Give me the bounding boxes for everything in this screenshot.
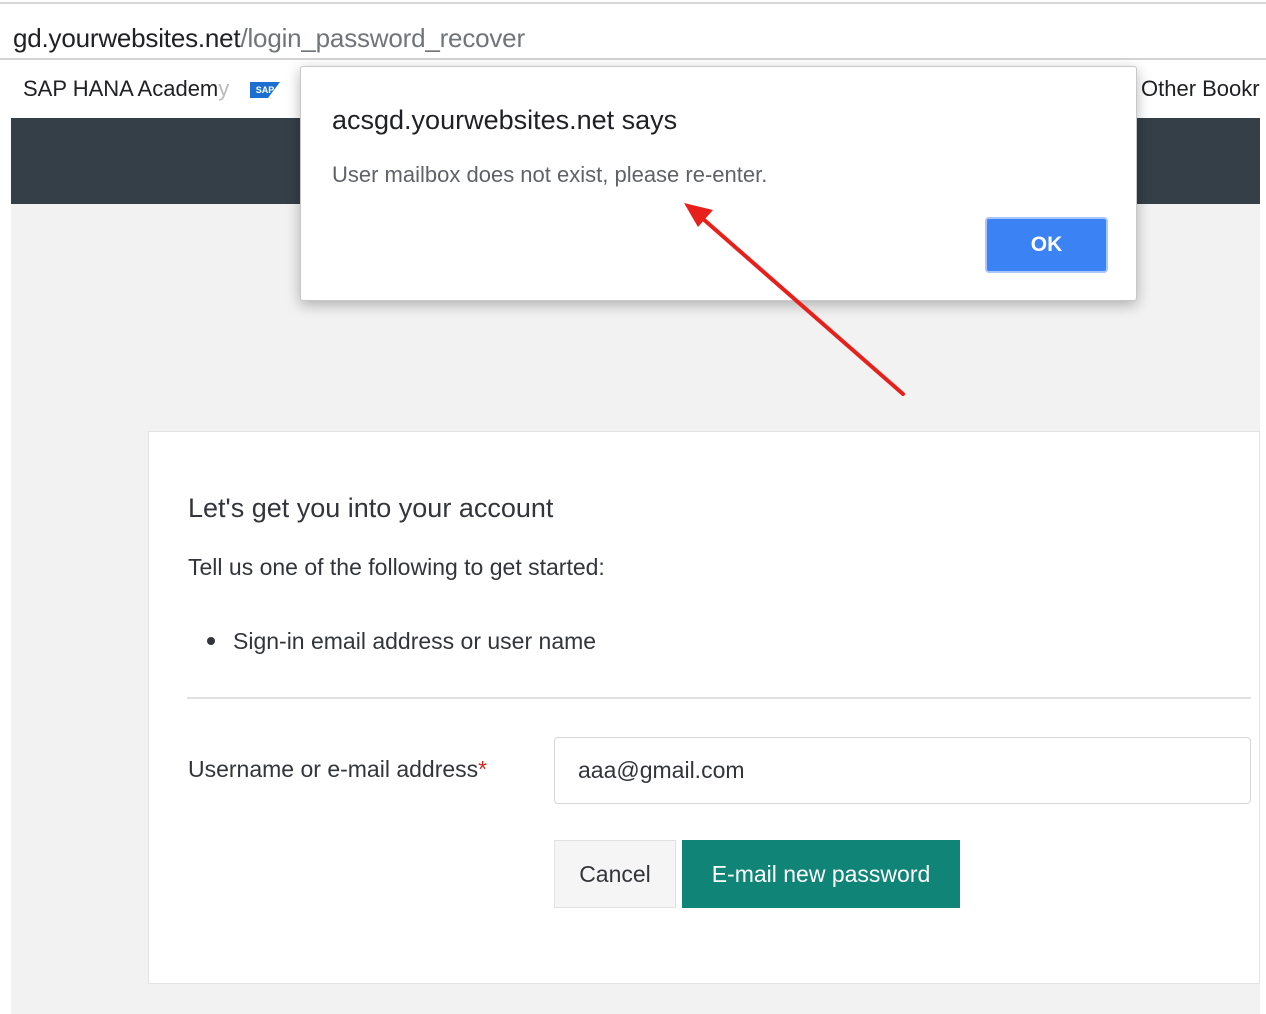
bookmark-other-bookmarks[interactable]: Other Bookr xyxy=(1141,76,1260,102)
divider xyxy=(187,697,1251,699)
list-item: Sign-in email address or user name xyxy=(207,628,596,655)
password-recover-card: Let's get you into your account Tell us … xyxy=(148,431,1260,984)
dialog-ok-button[interactable]: OK xyxy=(985,217,1108,273)
required-marker: * xyxy=(478,756,488,782)
bullet-icon xyxy=(207,636,215,645)
list-item-label: Sign-in email address or user name xyxy=(233,628,597,654)
dialog-message: User mailbox does not exist, please re-e… xyxy=(332,162,768,187)
url-host: gd.yourwebsites.net xyxy=(13,23,241,53)
sap-logo-icon[interactable]: SAP xyxy=(250,82,280,98)
email-new-password-button[interactable]: E-mail new password xyxy=(682,840,960,908)
alert-dialog: acsgd.yourwebsites.net says User mailbox… xyxy=(300,66,1137,301)
dialog-title: acsgd.yourwebsites.net says xyxy=(332,105,678,135)
address-bar[interactable]: gd.yourwebsites.net/login_password_recov… xyxy=(0,6,1266,60)
username-email-input[interactable] xyxy=(554,737,1251,804)
card-subtitle: Tell us one of the following to get star… xyxy=(188,554,605,580)
card-title: Let's get you into your account xyxy=(188,493,554,523)
url-text[interactable]: gd.yourwebsites.net/login_password_recov… xyxy=(13,23,525,54)
browser-top-border xyxy=(0,0,1266,4)
bookmark-sap-hana-academy[interactable]: SAP HANA Academy xyxy=(23,76,229,102)
url-path: /login_password_recover xyxy=(240,23,525,53)
bookmark-sap-label: SAP HANA Academ xyxy=(23,76,219,101)
bookmark-sap-label-fade: y xyxy=(218,76,230,101)
username-field-label: Username or e-mail address* xyxy=(188,756,487,783)
cancel-button[interactable]: Cancel xyxy=(554,840,676,908)
username-field-label-text: Username or e-mail address xyxy=(188,756,479,782)
